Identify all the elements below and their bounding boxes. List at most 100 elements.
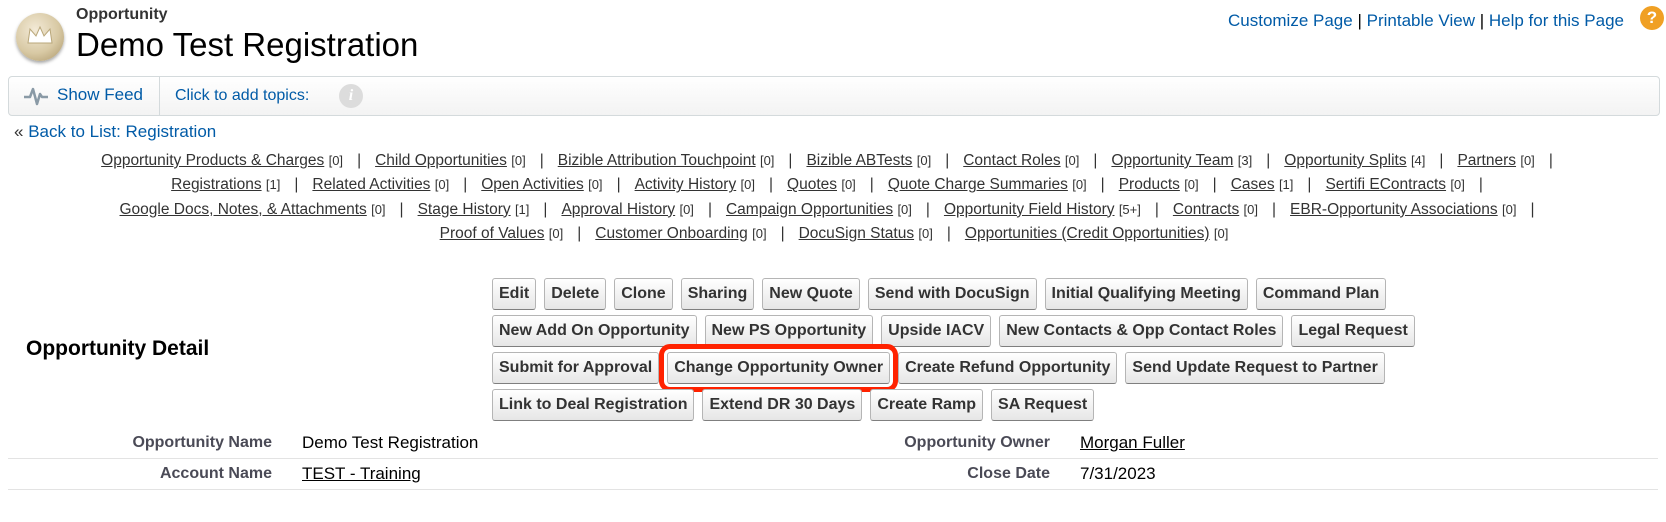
related-link-count: [0]	[918, 225, 933, 241]
detail-field-row: Account Name TEST - Training Close Date 7/3…	[8, 459, 1658, 490]
printable-view-link[interactable]: Printable View	[1367, 11, 1475, 30]
related-link-count: [0]	[371, 201, 386, 217]
related-link-registrations[interactable]: Registrations	[171, 176, 261, 193]
related-link-opportunity-products-charges[interactable]: Opportunity Products & Charges	[101, 152, 324, 169]
related-link-count: [4]	[1410, 153, 1426, 168]
clone-button[interactable]: Clone	[614, 278, 673, 310]
related-link-count: [0]	[1213, 225, 1229, 241]
related-link-docusign-status[interactable]: DocuSign Status	[799, 225, 914, 242]
related-link-approval-history[interactable]: Approval History	[561, 201, 675, 218]
related-link-related-activities[interactable]: Related Activities	[312, 176, 430, 193]
related-link-contact-roles[interactable]: Contact Roles	[963, 152, 1060, 169]
related-link-activity-history[interactable]: Activity History	[635, 176, 737, 193]
link-to-deal-registration-button[interactable]: Link to Deal Registration	[492, 389, 695, 421]
related-link-customer-onboarding[interactable]: Customer Onboarding	[595, 225, 748, 242]
extend-dr-30-days-button[interactable]: Extend DR 30 Days	[702, 389, 863, 421]
related-link-count: [0]	[897, 201, 912, 217]
feed-bar: Show Feed Click to add topics: i	[8, 76, 1660, 116]
page-header: Opportunity Demo Test Registration Custo…	[14, 0, 1664, 70]
related-link-ebr-opportunity-associations[interactable]: EBR-Opportunity Associations	[1290, 201, 1498, 218]
related-link-campaign-opportunities[interactable]: Campaign Opportunities	[726, 201, 893, 218]
legal-request-button[interactable]: Legal Request	[1291, 315, 1415, 347]
submit-for-approval-button[interactable]: Submit for Approval	[492, 352, 660, 384]
related-link-count: [0]	[916, 153, 932, 168]
send-with-docusign-button[interactable]: Send with DocuSign	[867, 278, 1037, 310]
link-separator: |	[1272, 200, 1277, 218]
related-link-stage-history[interactable]: Stage History	[418, 201, 511, 218]
related-link-opportunity-field-history[interactable]: Opportunity Field History	[944, 201, 1115, 218]
related-link-count: [1]	[1278, 177, 1294, 193]
new-quote-button[interactable]: New Quote	[762, 278, 860, 310]
close-date-label: Close Date	[967, 465, 1050, 482]
related-link-sertifi-econtracts[interactable]: Sertifi EContracts	[1325, 176, 1446, 193]
back-arrow: «	[14, 122, 24, 141]
customize-page-link[interactable]: Customize Page	[1228, 11, 1353, 30]
add-topics-link[interactable]: Click to add topics:	[175, 87, 309, 105]
related-link-count: [0]	[679, 201, 694, 217]
related-link-products[interactable]: Products	[1119, 176, 1180, 193]
new-add-on-opportunity-button[interactable]: New Add On Opportunity	[492, 315, 697, 347]
related-link-count: [0]	[588, 177, 603, 193]
new-ps-opportunity-button[interactable]: New PS Opportunity	[704, 315, 874, 347]
link-separator: |	[1100, 176, 1105, 194]
help-page-link[interactable]: Help for this Page	[1489, 11, 1624, 30]
related-link-quote-charge-summaries[interactable]: Quote Charge Summaries	[888, 176, 1068, 193]
related-link-count: [3]	[1237, 153, 1253, 168]
initial-qualifying-meeting-button[interactable]: Initial Qualifying Meeting	[1044, 278, 1248, 310]
button-row: Edit Delete Clone Sharing New Quote Send with…	[492, 278, 1492, 315]
link-separator: |	[1357, 11, 1362, 30]
link-separator: |	[616, 176, 621, 194]
sa-request-button[interactable]: SA Request	[991, 389, 1095, 421]
edit-button[interactable]: Edit	[492, 278, 537, 310]
upside-iacv-button[interactable]: Upside IACV	[881, 315, 992, 347]
button-row: Link to Deal Registration Extend DR 30 Da…	[492, 389, 1492, 426]
account-name-value[interactable]: TEST - Training	[302, 464, 421, 484]
related-link-count: [0]	[1450, 177, 1465, 193]
back-to-list: « Back to List: Registration	[14, 122, 216, 142]
create-ramp-button[interactable]: Create Ramp	[870, 389, 984, 421]
top-links: Customize Page | Printable View | Help f…	[1228, 11, 1624, 31]
back-to-list-link[interactable]: Back to List: Registration	[28, 122, 216, 141]
related-link-bizible-abtests[interactable]: Bizible ABTests	[806, 152, 912, 169]
related-link-contracts[interactable]: Contracts	[1173, 201, 1239, 218]
link-separator: |	[945, 152, 950, 169]
related-link-open-activities[interactable]: Open Activities	[481, 176, 584, 193]
related-link-count: [0]	[328, 153, 344, 168]
related-link-quotes[interactable]: Quotes	[787, 176, 837, 193]
related-link-cases[interactable]: Cases	[1231, 176, 1275, 193]
help-icon[interactable]: ?	[1640, 6, 1664, 30]
button-row: Submit for Approval Change Opportunity Ow…	[492, 344, 1492, 392]
link-separator: |	[1479, 11, 1485, 30]
opportunity-owner-value[interactable]: Morgan Fuller	[1080, 433, 1185, 453]
send-update-request-to-partner-button[interactable]: Send Update Request to Partner	[1125, 352, 1385, 384]
related-link-opportunity-splits[interactable]: Opportunity Splits	[1284, 152, 1406, 169]
opportunity-name-value: Demo Test Registration	[302, 433, 479, 452]
related-link-count: [5+]	[1118, 201, 1141, 217]
related-link-opportunity-team[interactable]: Opportunity Team	[1111, 152, 1233, 169]
account-name-label: Account Name	[159, 465, 272, 482]
related-link-proof-of-values[interactable]: Proof of Values	[440, 225, 545, 242]
command-plan-button[interactable]: Command Plan	[1255, 278, 1387, 310]
related-link-count: [1]	[514, 201, 530, 217]
related-link-count: [0]	[759, 153, 775, 168]
related-link-partners[interactable]: Partners	[1457, 152, 1516, 169]
related-link-count: [0]	[752, 225, 767, 241]
link-separator: |	[788, 152, 793, 169]
delete-button[interactable]: Delete	[544, 278, 607, 310]
related-link-google-docs-notes-attachments[interactable]: Google Docs, Notes, & Attachments	[120, 201, 367, 218]
related-link-child-opportunities[interactable]: Child Opportunities	[375, 152, 507, 169]
show-feed-link[interactable]: Show Feed	[57, 85, 143, 105]
opportunity-crown-icon	[16, 13, 64, 61]
related-link-bizible-attribution-touchpoint[interactable]: Bizible Attribution Touchpoint	[558, 152, 756, 169]
info-icon[interactable]: i	[339, 84, 363, 108]
sharing-button[interactable]: Sharing	[680, 278, 755, 310]
related-link-count: [0]	[548, 225, 564, 241]
create-refund-opportunity-button[interactable]: Create Refund Opportunity	[898, 352, 1118, 384]
link-separator: |	[539, 152, 544, 169]
new-contacts-opp-contact-roles-button[interactable]: New Contacts & Opp Contact Roles	[999, 315, 1284, 347]
related-links-row: Registrations [1] | Related Activities [0]…	[14, 173, 1654, 197]
object-type-label: Opportunity	[76, 6, 168, 23]
change-opportunity-owner-button[interactable]: Change Opportunity Owner	[659, 344, 899, 392]
related-link-count: [0]	[740, 177, 755, 193]
related-link-opportunities-credit-opportunities[interactable]: Opportunities (Credit Opportunities)	[965, 225, 1210, 242]
